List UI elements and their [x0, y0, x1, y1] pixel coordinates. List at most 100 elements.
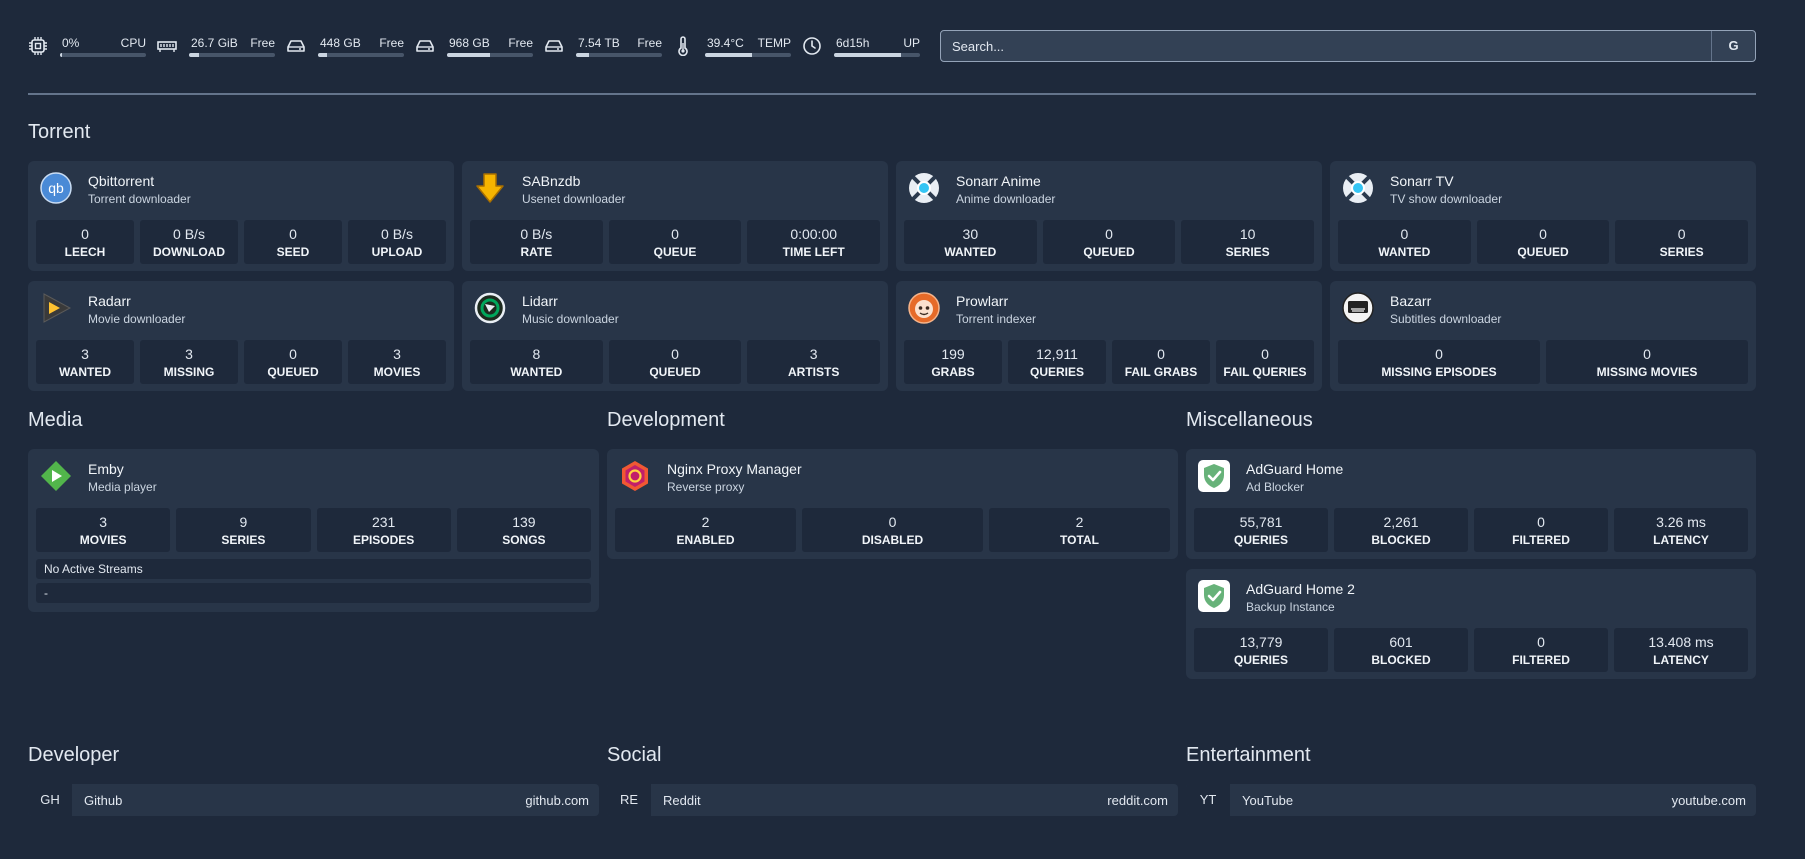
stat-label: MISSING EPISODES: [1381, 365, 1497, 379]
service-card-radarr[interactable]: Radarr Movie downloader 3 WANTED 3 MISSING…: [28, 281, 454, 391]
stat-enabled: 2 ENABLED: [615, 508, 796, 552]
stat-value: 0: [1643, 346, 1651, 362]
service-card-adguard-home[interactable]: AdGuard Home Ad Blocker 55,781 QUERIES 2,…: [1186, 449, 1756, 559]
cpu-icon: [29, 37, 47, 55]
temp-bar: [705, 53, 791, 57]
memory-icon: [157, 41, 177, 52]
stat-label: GRABS: [931, 365, 975, 379]
bookmark-github[interactable]: GH Github github.com: [28, 784, 599, 816]
service-name: AdGuard Home 2: [1246, 581, 1355, 597]
lidarr-icon: [474, 292, 506, 324]
stat-value: 0 B/s: [381, 226, 413, 242]
service-card-adguard-home-2[interactable]: AdGuard Home 2 Backup Instance 13,779 QUE…: [1186, 569, 1756, 679]
stat-leech: 0 LEECH: [36, 220, 134, 264]
stat-latency: 13.408 ms LATENCY: [1614, 628, 1748, 672]
stat-filtered: 0 FILTERED: [1474, 628, 1608, 672]
search-provider-button[interactable]: G: [1711, 31, 1755, 61]
disk-widget-3: 7.54 TB Free: [544, 30, 662, 62]
stat-value: 0: [289, 226, 297, 242]
section-title-social: Social: [607, 744, 662, 766]
service-stats: 0 B/s RATE 0 QUEUE 0:00:00 TIME LEFT: [470, 220, 881, 264]
bookmark-abbreviation: GH: [28, 784, 72, 816]
service-name: Bazarr: [1390, 293, 1432, 309]
disk-2-label: Free: [508, 36, 533, 50]
stat-label: DISABLED: [861, 533, 924, 547]
service-card-sonarr-anime[interactable]: Sonarr Anime Anime downloader 30 WANTED 0…: [896, 161, 1322, 271]
service-card-qbittorrent[interactable]: qb Qbittorrent Torrent downloader 0 LEECH…: [28, 161, 454, 271]
search-input[interactable]: [941, 31, 1711, 61]
stat-wanted: 3 WANTED: [36, 340, 134, 384]
service-card-prowlarr[interactable]: Prowlarr Torrent indexer 199 GRABS 12,911…: [896, 281, 1322, 391]
stat-fail-queries: 0 FAIL QUERIES: [1216, 340, 1314, 384]
service-card-nginx-proxy-manager[interactable]: Nginx Proxy Manager Reverse proxy 2 ENABL…: [607, 449, 1178, 559]
memory-value: 26.7 GiB: [191, 36, 238, 50]
bookmark-reddit[interactable]: RE Reddit reddit.com: [607, 784, 1178, 816]
stat-filtered: 0 FILTERED: [1474, 508, 1608, 552]
service-card-lidarr[interactable]: Lidarr Music downloader 8 WANTED 0 QUEUED …: [462, 281, 888, 391]
service-stats: 0 WANTED 0 QUEUED 0 SERIES: [1338, 220, 1749, 264]
service-name: Prowlarr: [956, 293, 1009, 309]
stat-queries: 12,911 QUERIES: [1008, 340, 1106, 384]
stat-total: 2 TOTAL: [989, 508, 1170, 552]
stat-wanted: 30 WANTED: [904, 220, 1037, 264]
service-stats: 199 GRABS 12,911 QUERIES 0 FAIL GRABS 0 FAIL…: [904, 340, 1314, 384]
bookmark-url: youtube.com: [1671, 793, 1746, 808]
stat-label: ENABLED: [676, 533, 735, 547]
service-description: Usenet downloader: [522, 192, 626, 206]
stat-queued: 0 QUEUED: [244, 340, 342, 384]
stat-rate: 0 B/s RATE: [470, 220, 603, 264]
cpu-widget: 0% CPU: [28, 30, 146, 62]
stat-value: 0: [1400, 226, 1409, 242]
stat-download: 0 B/s DOWNLOAD: [140, 220, 238, 264]
service-description: Backup Instance: [1246, 600, 1335, 614]
disk-2-bar: [447, 53, 533, 57]
service-card-bazarr[interactable]: Bazarr Subtitles downloader 0 MISSING EPI…: [1330, 281, 1756, 391]
stat-label: DOWNLOAD: [153, 245, 225, 259]
stat-label: WANTED: [944, 245, 997, 259]
disk-widget-1: 448 GB Free: [286, 30, 404, 62]
bookmark-youtube[interactable]: YT YouTube youtube.com: [1186, 784, 1756, 816]
temp-value: 39.4°C: [707, 36, 744, 50]
stat-label: LATENCY: [1653, 653, 1709, 667]
stat-songs: 139 SONGS: [456, 508, 591, 552]
service-card-sonarr-tv[interactable]: Sonarr TV TV show downloader 0 WANTED 0 QU…: [1330, 161, 1756, 271]
qbittorrent-icon: qb: [40, 172, 72, 204]
disk-3-label: Free: [637, 36, 662, 50]
stat-value: 199: [941, 346, 965, 362]
thermometer-icon: [678, 36, 688, 56]
stat-label: WANTED: [510, 365, 563, 379]
stat-wanted: 0 WANTED: [1338, 220, 1471, 264]
service-description: TV show downloader: [1390, 192, 1503, 206]
stat-value: 8: [532, 346, 541, 362]
uptime-widget: 6d15h UP: [802, 30, 920, 62]
stat-queue: 0 QUEUE: [608, 220, 742, 264]
service-card-emby[interactable]: Emby Media player 3 MOVIES 9 SERIES 231 EPI…: [28, 449, 599, 612]
stat-value: 30: [962, 226, 979, 242]
stat-label: MISSING MOVIES: [1596, 365, 1698, 379]
stat-grabs: 199 GRABS: [904, 340, 1002, 384]
service-stats: 2 ENABLED 0 DISABLED 2 TOTAL: [615, 508, 1170, 552]
stat-missing-episodes: 0 MISSING EPISODES: [1338, 340, 1540, 384]
memory-bar-fill: [189, 53, 200, 57]
stat-value: 9: [239, 514, 248, 530]
stream-detail: -: [36, 583, 591, 603]
stat-value: 0:00:00: [790, 226, 838, 242]
stat-artists: 3 ARTISTS: [747, 340, 881, 384]
bookmark-abbreviation: RE: [607, 784, 651, 816]
stat-value: 3: [99, 514, 108, 530]
stat-seed: 0 SEED: [244, 220, 342, 264]
service-description: Ad Blocker: [1246, 480, 1305, 494]
disk-3-value: 7.54 TB: [578, 36, 620, 50]
service-name: AdGuard Home: [1246, 461, 1344, 477]
search-box: G: [940, 30, 1756, 62]
service-card-sabnzbd[interactable]: SABnzdb Usenet downloader 0 B/s RATE 0 QUE…: [462, 161, 888, 271]
stat-value: 0: [1539, 226, 1547, 242]
stat-value: 3: [393, 346, 401, 362]
bookmark-name: YouTube: [1242, 793, 1294, 808]
emby-icon: [41, 461, 71, 491]
stat-latency: 3.26 ms LATENCY: [1614, 508, 1748, 552]
stat-label: MOVIES: [373, 365, 421, 379]
stat-label: ARTISTS: [788, 365, 840, 379]
stat-value: 0: [671, 226, 679, 242]
stat-label: QUEUED: [267, 365, 319, 379]
